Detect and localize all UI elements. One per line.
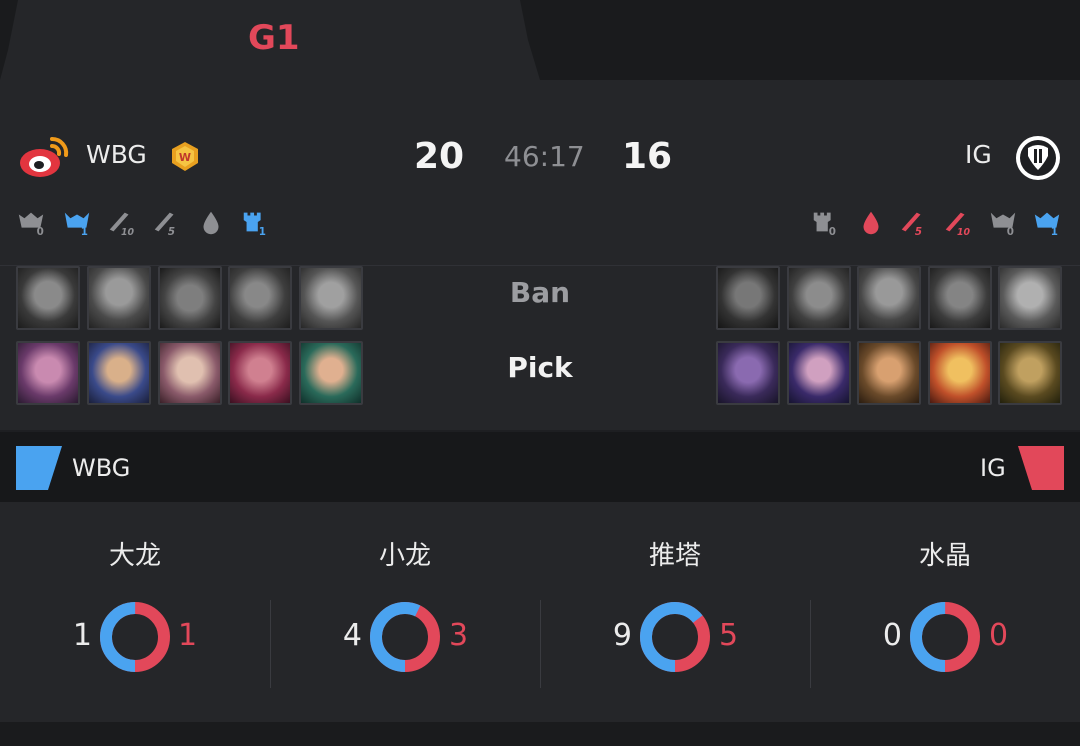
stat-left-baron: 1 [72,618,92,653]
right-pick-champion-1[interactable] [716,341,780,405]
left-pick-champion-5[interactable] [299,341,363,405]
right-ten-kill-icon: 10 [945,212,971,238]
left-ban-champion-4[interactable] [228,266,292,330]
inhibitors-ratio-donut [910,602,980,672]
stat-right-towers: 5 [719,618,739,653]
left-pick-champion-3[interactable] [158,341,222,405]
left-pick-champion-4[interactable] [228,341,292,405]
right-five-kill-count: 5 [915,226,922,238]
tab-game-1-label: G1 [248,18,300,58]
pick-label: Pick [507,351,573,384]
right-elder-count: 0 [1007,226,1014,238]
baron-ratio-donut [100,602,170,672]
left-ban-champion-5[interactable] [299,266,363,330]
stat-right-baron: 1 [178,618,198,653]
blue-side-team-name: WBG [72,454,131,482]
right-baron-icon: 1 [1034,212,1060,238]
stat-title-dragon: 小龙 [378,541,431,571]
game-tab-bar: G1 [0,0,1080,80]
right-five-kill-icon: 5 [901,212,922,238]
right-pick-champion-3[interactable] [857,341,921,405]
left-baron-icon: 0 [18,212,44,238]
left-team-name: WBG [86,140,147,169]
stat-right-inhibitors: 0 [989,618,1009,653]
team-side-bar [0,432,1080,502]
right-pick-champion-4[interactable] [928,341,992,405]
left-first-tower-icon: 1 [243,212,266,238]
stat-title-inhibitors: 水晶 [918,541,971,571]
stat-separator [270,600,271,688]
stat-separator [810,600,811,688]
left-ten-kill-icon: 10 [109,212,135,238]
ban-label: Ban [509,276,571,309]
right-first-tower-icon: 0 [813,212,836,238]
match-duration: 46:17 [504,140,585,173]
left-elder-count: 1 [81,226,88,238]
right-team-name: IG [965,140,992,169]
stat-left-dragon: 4 [342,618,362,653]
stat-separator [540,600,541,688]
stat-title-baron: 大龙 [108,541,161,571]
ig-logo-icon [1016,136,1060,180]
stat-right-dragon: 3 [449,618,469,653]
svg-text:W: W [179,151,191,164]
blue-side-flag-icon [16,446,62,490]
dragon-ratio-donut [370,602,440,672]
left-first-blood-icon [203,211,219,235]
left-ban-champion-1[interactable] [16,266,80,330]
stat-left-inhibitors: 0 [882,618,902,653]
wbg-logo-icon [20,136,69,177]
winner-badge-icon: W [172,142,198,171]
right-team-score: 16 [622,136,673,177]
left-ban-champion-2[interactable] [87,266,151,330]
red-side-team-name: IG [980,454,1006,482]
left-ban-champion-3[interactable] [158,266,222,330]
tab-game-1[interactable]: G1 [0,0,540,80]
stat-left-towers: 9 [612,618,632,653]
left-tower-count: 1 [259,226,266,238]
tab-game-2[interactable] [540,0,1080,80]
right-elder-icon: 0 [990,212,1016,238]
left-five-kill-count: 5 [168,226,175,238]
right-ban-champion-4[interactable] [928,266,992,330]
right-ban-champion-1[interactable] [716,266,780,330]
bottom-strip [0,722,1080,746]
right-pick-champion-2[interactable] [787,341,851,405]
left-five-kill-icon: 5 [154,212,175,238]
stat-title-towers: 推塔 [648,541,701,571]
right-tower-count: 0 [829,226,836,238]
right-ten-kill-count: 10 [957,227,971,238]
red-side-flag-icon [1018,446,1064,490]
left-elder-icon: 1 [64,212,90,238]
left-pick-champion-2[interactable] [87,341,151,405]
right-ban-champion-5[interactable] [998,266,1062,330]
left-pick-champion-1[interactable] [16,341,80,405]
left-team-score: 20 [414,136,465,177]
right-first-blood-icon [863,211,879,235]
right-baron-count: 1 [1051,226,1058,238]
left-ten-kill-count: 10 [121,227,135,238]
towers-ratio-donut [640,602,710,672]
right-pick-champion-5[interactable] [998,341,1062,405]
right-ban-champion-2[interactable] [787,266,851,330]
left-baron-count: 0 [37,226,44,238]
right-ban-champion-3[interactable] [857,266,921,330]
